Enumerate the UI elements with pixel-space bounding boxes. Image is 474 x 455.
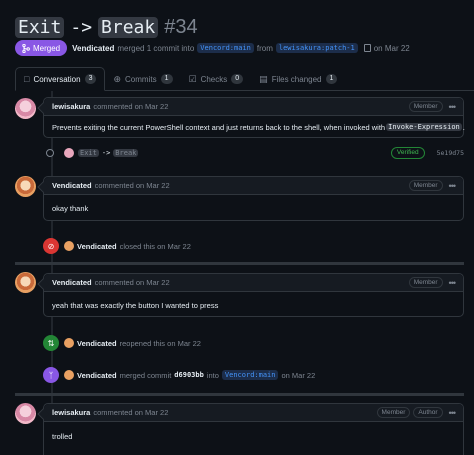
tab-commits[interactable]: ⊕ Commits 1 xyxy=(105,67,180,91)
kebab-menu-icon[interactable]: ••• xyxy=(449,102,457,112)
comment-3: Vendicated commented on Mar 22 Member ••… xyxy=(37,273,464,317)
state-date: on Mar 22 xyxy=(373,43,410,53)
comment-2: Vendicated commented on Mar 22 Member ••… xyxy=(37,176,464,221)
comment-author[interactable]: Vendicated xyxy=(52,181,92,190)
tab-count: 3 xyxy=(84,74,97,84)
comment-body: okay thank xyxy=(52,203,89,213)
commit-dot-icon xyxy=(46,149,54,157)
comment-body: trolled xyxy=(52,431,73,441)
tab-label: Checks xyxy=(200,74,228,84)
event-avatar[interactable] xyxy=(64,338,74,348)
base-branch[interactable]: Vencord:main xyxy=(197,43,254,53)
merge-icon xyxy=(22,43,30,53)
comment-text-end: . xyxy=(462,122,465,132)
comment-4: lewisakura commented on Mar 22 Member Au… xyxy=(37,403,464,455)
comment-author[interactable]: lewisakura xyxy=(52,102,90,111)
closed-event: ⊘ Vendicated closed this on Mar 22 xyxy=(43,238,191,254)
role-badge: Member xyxy=(408,277,443,288)
avatar[interactable] xyxy=(15,403,36,424)
role-badge: Member xyxy=(408,180,443,191)
tab-count: 1 xyxy=(325,74,338,84)
tab-count: 1 xyxy=(160,74,173,84)
event-text: closed this on Mar 22 xyxy=(119,241,191,251)
copy-icon[interactable] xyxy=(363,44,371,52)
tab-label: Commits xyxy=(125,74,157,84)
commit-avatar[interactable] xyxy=(64,148,74,158)
event-author[interactable]: Vendicated xyxy=(77,242,117,251)
tab-conversation[interactable]: □ Conversation 3 xyxy=(15,67,106,91)
event-text: merged commit xyxy=(119,370,172,380)
commit-from[interactable]: Exit xyxy=(78,149,99,157)
event-avatar[interactable] xyxy=(64,241,74,251)
commit-row: Exit -> Break Verified 5e19d75 xyxy=(43,145,464,161)
role-badge-author: Author xyxy=(413,407,443,418)
pr-reopened-icon: ⇅ xyxy=(43,335,59,351)
comment-author[interactable]: Vendicated xyxy=(52,278,92,287)
avatar[interactable] xyxy=(15,176,36,197)
state-text1: merged 1 commit into xyxy=(117,43,195,53)
merged-event: ᛉ Vendicated merged commit d6903bb into … xyxy=(43,367,315,383)
pr-state-line: Merged Vendicated merged 1 commit into V… xyxy=(15,40,410,56)
comment-meta[interactable]: commented on Mar 22 xyxy=(93,408,168,417)
pr-title-arrow: -> xyxy=(70,16,93,38)
merge-icon: ᛉ xyxy=(43,367,59,383)
tab-files-changed[interactable]: ▤ Files changed 1 xyxy=(251,67,345,91)
pr-tabs: □ Conversation 3 ⊕ Commits 1 ☑ Checks 0 … xyxy=(15,67,474,91)
comment-meta[interactable]: commented on Mar 22 xyxy=(93,102,168,111)
timeline-divider xyxy=(15,393,464,396)
merge-commit-sha[interactable]: d6903bb xyxy=(174,371,204,379)
comment-author[interactable]: lewisakura xyxy=(52,408,90,417)
kebab-menu-icon[interactable]: ••• xyxy=(449,408,457,418)
role-badge: Member xyxy=(408,101,443,112)
commit-arrow: -> xyxy=(101,149,111,157)
event-author[interactable]: Vendicated xyxy=(77,339,117,348)
event-text: reopened this on Mar 22 xyxy=(119,338,201,348)
pr-title: Exit -> Break #34 xyxy=(15,13,198,41)
avatar[interactable] xyxy=(15,98,36,119)
commit-sha[interactable]: 5e19d75 xyxy=(437,149,464,157)
merge-base-branch[interactable]: Vencord:main xyxy=(221,370,279,380)
role-badge-member: Member xyxy=(376,407,411,418)
checks-icon: ☑ xyxy=(188,73,197,84)
merged-badge-label: Merged xyxy=(33,43,61,53)
comment-header: Vendicated commented on Mar 22 Member ••… xyxy=(44,274,463,292)
tab-checks[interactable]: ☑ Checks 0 xyxy=(181,67,252,91)
avatar[interactable] xyxy=(15,272,36,293)
inline-code: Invoke-Expression xyxy=(386,123,462,131)
event-avatar[interactable] xyxy=(64,370,74,380)
comment-meta[interactable]: commented on Mar 22 xyxy=(95,181,170,190)
event-text-into: into xyxy=(206,370,219,380)
event-date: on Mar 22 xyxy=(281,370,316,380)
pr-closed-icon: ⊘ xyxy=(43,238,59,254)
comment-meta[interactable]: commented on Mar 22 xyxy=(95,278,170,287)
state-text2: from xyxy=(256,43,273,53)
commit-to[interactable]: Break xyxy=(113,149,139,157)
tab-label: Conversation xyxy=(33,74,81,84)
reopened-event: ⇅ Vendicated reopened this on Mar 22 xyxy=(43,335,201,351)
tab-label: Files changed xyxy=(271,74,322,84)
head-branch[interactable]: lewisakura:patch-1 xyxy=(275,43,358,53)
comment-header: Vendicated commented on Mar 22 Member ••… xyxy=(44,177,463,195)
comment-text: Prevents exiting the current PowerShell … xyxy=(52,122,386,132)
comment-header: lewisakura commented on Mar 22 Member ••… xyxy=(44,98,463,116)
pr-title-from: Exit xyxy=(15,16,65,38)
commit-icon: ⊕ xyxy=(113,73,122,84)
comment-body: yeah that was exactly the button I wante… xyxy=(52,300,219,310)
timeline-divider xyxy=(15,262,464,265)
tab-count: 0 xyxy=(231,74,244,84)
comment-icon: □ xyxy=(24,74,30,84)
state-author[interactable]: Vendicated xyxy=(72,44,114,53)
file-diff-icon: ▤ xyxy=(259,73,268,84)
comment-body: Prevents exiting the current PowerShell … xyxy=(44,116,465,138)
pr-number: #34 xyxy=(164,15,198,38)
comment-header: lewisakura commented on Mar 22 Member Au… xyxy=(44,404,463,422)
kebab-menu-icon[interactable]: ••• xyxy=(449,278,457,288)
kebab-menu-icon[interactable]: ••• xyxy=(449,181,457,191)
pr-title-to: Break xyxy=(98,16,159,38)
event-author[interactable]: Vendicated xyxy=(77,371,117,380)
comment-1: lewisakura commented on Mar 22 Member ••… xyxy=(37,97,465,138)
verified-badge[interactable]: Verified xyxy=(390,147,425,159)
merged-badge: Merged xyxy=(15,40,68,56)
